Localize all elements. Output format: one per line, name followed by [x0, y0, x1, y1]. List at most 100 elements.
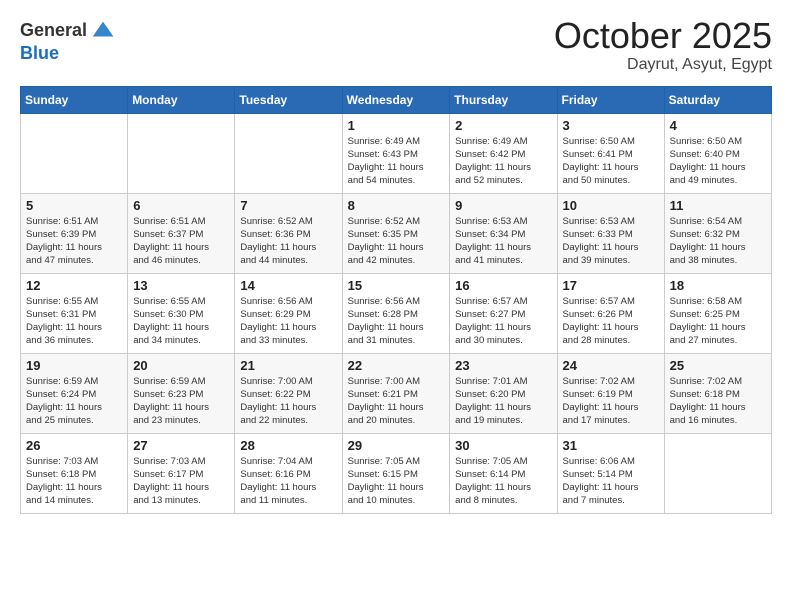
day-info: Sunrise: 6:50 AM Sunset: 6:41 PM Dayligh…	[563, 135, 659, 188]
calendar-cell: 29Sunrise: 7:05 AM Sunset: 6:15 PM Dayli…	[342, 433, 450, 513]
calendar-cell: 11 Sunrise: 6:54 AM Sunset: 6:32 PM Dayli…	[664, 193, 771, 273]
weekday-header-wednesday: Wednesday	[342, 86, 450, 113]
day-number: 15	[348, 278, 445, 293]
day-number: 3	[563, 118, 659, 133]
calendar-cell	[21, 113, 128, 193]
calendar-cell: 3 Sunrise: 6:50 AM Sunset: 6:41 PM Daylig…	[557, 113, 664, 193]
day-info: Sunrise: 7:00 AM Sunset: 6:22 PM Dayligh…	[240, 375, 336, 428]
day-info: Sunrise: 6:53 AM Sunset: 6:33 PM Dayligh…	[563, 215, 659, 268]
logo: General Blue	[20, 16, 117, 62]
calendar-cell: 28Sunrise: 7:04 AM Sunset: 6:16 PM Dayli…	[235, 433, 342, 513]
day-number: 19	[26, 358, 122, 373]
calendar-cell: 30 Sunrise: 7:05 AM Sunset: 6:14 PM Dayli…	[450, 433, 557, 513]
calendar-cell: 25Sunrise: 7:02 AM Sunset: 6:18 PM Dayli…	[664, 353, 771, 433]
day-info: Sunrise: 6:59 AM Sunset: 6:24 PM Dayligh…	[26, 375, 122, 428]
weekday-header-row: SundayMondayTuesdayWednesdayThursdayFrid…	[21, 86, 772, 113]
calendar-week-4: 26 Sunrise: 7:03 AM Sunset: 6:18 PM Dayli…	[21, 433, 772, 513]
weekday-header-monday: Monday	[128, 86, 235, 113]
calendar-cell: 6 Sunrise: 6:51 AM Sunset: 6:37 PM Daylig…	[128, 193, 235, 273]
calendar-cell: 16Sunrise: 6:57 AM Sunset: 6:27 PM Dayli…	[450, 273, 557, 353]
calendar-week-3: 19 Sunrise: 6:59 AM Sunset: 6:24 PM Dayli…	[21, 353, 772, 433]
day-number: 11	[670, 198, 766, 213]
day-number: 12	[26, 278, 122, 293]
day-info: Sunrise: 6:53 AM Sunset: 6:34 PM Dayligh…	[455, 215, 551, 268]
calendar-cell: 24Sunrise: 7:02 AM Sunset: 6:19 PM Dayli…	[557, 353, 664, 433]
day-number: 8	[348, 198, 445, 213]
calendar-cell: 26 Sunrise: 7:03 AM Sunset: 6:18 PM Dayli…	[21, 433, 128, 513]
calendar-table: SundayMondayTuesdayWednesdayThursdayFrid…	[20, 86, 772, 514]
calendar-week-1: 5 Sunrise: 6:51 AM Sunset: 6:39 PM Daylig…	[21, 193, 772, 273]
day-info: Sunrise: 6:52 AM Sunset: 6:35 PM Dayligh…	[348, 215, 445, 268]
day-number: 30	[455, 438, 551, 453]
calendar-cell: 20 Sunrise: 6:59 AM Sunset: 6:23 PM Dayli…	[128, 353, 235, 433]
logo-general-text: General	[20, 21, 87, 39]
day-info: Sunrise: 7:05 AM Sunset: 6:15 PM Dayligh…	[348, 455, 445, 508]
day-info: Sunrise: 7:02 AM Sunset: 6:19 PM Dayligh…	[563, 375, 659, 428]
day-number: 6	[133, 198, 229, 213]
day-info: Sunrise: 7:05 AM Sunset: 6:14 PM Dayligh…	[455, 455, 551, 508]
day-number: 17	[563, 278, 659, 293]
calendar-cell: 31Sunrise: 6:06 AM Sunset: 5:14 PM Dayli…	[557, 433, 664, 513]
calendar-cell: 1 Sunrise: 6:49 AM Sunset: 6:43 PM Daylig…	[342, 113, 450, 193]
weekday-header-thursday: Thursday	[450, 86, 557, 113]
day-info: Sunrise: 7:04 AM Sunset: 6:16 PM Dayligh…	[240, 455, 336, 508]
day-info: Sunrise: 6:57 AM Sunset: 6:26 PM Dayligh…	[563, 295, 659, 348]
day-info: Sunrise: 7:00 AM Sunset: 6:21 PM Dayligh…	[348, 375, 445, 428]
day-info: Sunrise: 6:51 AM Sunset: 6:37 PM Dayligh…	[133, 215, 229, 268]
day-number: 1	[348, 118, 445, 133]
day-number: 22	[348, 358, 445, 373]
weekday-header-tuesday: Tuesday	[235, 86, 342, 113]
day-info: Sunrise: 6:06 AM Sunset: 5:14 PM Dayligh…	[563, 455, 659, 508]
calendar-week-2: 12 Sunrise: 6:55 AM Sunset: 6:31 PM Dayli…	[21, 273, 772, 353]
day-number: 20	[133, 358, 229, 373]
day-info: Sunrise: 7:02 AM Sunset: 6:18 PM Dayligh…	[670, 375, 766, 428]
day-info: Sunrise: 6:54 AM Sunset: 6:32 PM Dayligh…	[670, 215, 766, 268]
title-block: October 2025 Dayrut, Asyut, Egypt	[554, 16, 772, 74]
day-number: 5	[26, 198, 122, 213]
calendar-cell: 17 Sunrise: 6:57 AM Sunset: 6:26 PM Dayli…	[557, 273, 664, 353]
day-number: 18	[670, 278, 766, 293]
day-info: Sunrise: 7:01 AM Sunset: 6:20 PM Dayligh…	[455, 375, 551, 428]
calendar-cell: 9Sunrise: 6:53 AM Sunset: 6:34 PM Daylig…	[450, 193, 557, 273]
day-info: Sunrise: 6:57 AM Sunset: 6:27 PM Dayligh…	[455, 295, 551, 348]
day-info: Sunrise: 7:03 AM Sunset: 6:18 PM Dayligh…	[26, 455, 122, 508]
calendar-cell: 23 Sunrise: 7:01 AM Sunset: 6:20 PM Dayli…	[450, 353, 557, 433]
day-info: Sunrise: 6:56 AM Sunset: 6:29 PM Dayligh…	[240, 295, 336, 348]
calendar-cell: 10 Sunrise: 6:53 AM Sunset: 6:33 PM Dayli…	[557, 193, 664, 273]
calendar-cell: 7Sunrise: 6:52 AM Sunset: 6:36 PM Daylig…	[235, 193, 342, 273]
day-info: Sunrise: 6:58 AM Sunset: 6:25 PM Dayligh…	[670, 295, 766, 348]
page: General Blue October 2025 Dayrut, Asyut,…	[0, 0, 792, 612]
day-number: 23	[455, 358, 551, 373]
calendar-cell: 8 Sunrise: 6:52 AM Sunset: 6:35 PM Daylig…	[342, 193, 450, 273]
day-info: Sunrise: 6:50 AM Sunset: 6:40 PM Dayligh…	[670, 135, 766, 188]
calendar-cell	[664, 433, 771, 513]
day-number: 26	[26, 438, 122, 453]
calendar-cell: 4 Sunrise: 6:50 AM Sunset: 6:40 PM Daylig…	[664, 113, 771, 193]
weekday-header-friday: Friday	[557, 86, 664, 113]
day-info: Sunrise: 6:55 AM Sunset: 6:31 PM Dayligh…	[26, 295, 122, 348]
day-info: Sunrise: 6:49 AM Sunset: 6:43 PM Dayligh…	[348, 135, 445, 188]
day-info: Sunrise: 7:03 AM Sunset: 6:17 PM Dayligh…	[133, 455, 229, 508]
calendar-cell	[128, 113, 235, 193]
logo-blue-text: Blue	[20, 44, 117, 62]
calendar-cell	[235, 113, 342, 193]
calendar-cell: 12 Sunrise: 6:55 AM Sunset: 6:31 PM Dayli…	[21, 273, 128, 353]
day-info: Sunrise: 6:52 AM Sunset: 6:36 PM Dayligh…	[240, 215, 336, 268]
day-number: 27	[133, 438, 229, 453]
day-number: 2	[455, 118, 551, 133]
day-info: Sunrise: 6:51 AM Sunset: 6:39 PM Dayligh…	[26, 215, 122, 268]
calendar-cell: 21 Sunrise: 7:00 AM Sunset: 6:22 PM Dayli…	[235, 353, 342, 433]
calendar-cell: 5 Sunrise: 6:51 AM Sunset: 6:39 PM Daylig…	[21, 193, 128, 273]
day-number: 4	[670, 118, 766, 133]
calendar-cell: 13Sunrise: 6:55 AM Sunset: 6:30 PM Dayli…	[128, 273, 235, 353]
header: General Blue October 2025 Dayrut, Asyut,…	[20, 16, 772, 74]
day-info: Sunrise: 6:49 AM Sunset: 6:42 PM Dayligh…	[455, 135, 551, 188]
day-number: 21	[240, 358, 336, 373]
day-info: Sunrise: 6:55 AM Sunset: 6:30 PM Dayligh…	[133, 295, 229, 348]
day-info: Sunrise: 6:59 AM Sunset: 6:23 PM Dayligh…	[133, 375, 229, 428]
location-title: Dayrut, Asyut, Egypt	[554, 56, 772, 74]
day-number: 10	[563, 198, 659, 213]
calendar-cell: 19 Sunrise: 6:59 AM Sunset: 6:24 PM Dayli…	[21, 353, 128, 433]
logo-icon	[89, 16, 117, 44]
calendar-cell: 18 Sunrise: 6:58 AM Sunset: 6:25 PM Dayli…	[664, 273, 771, 353]
